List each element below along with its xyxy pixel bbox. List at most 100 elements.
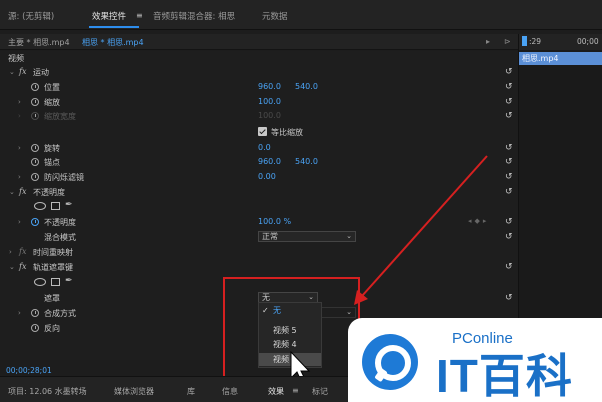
clip-breadcrumb: 主要 * 相思.mp4 相思 * 相思.mp4 ▸ ⊳ — [0, 34, 518, 50]
toggle-timeline-icon[interactable]: ⊳ — [504, 37, 511, 46]
stopwatch-icon[interactable] — [31, 158, 39, 166]
tab-menu-icon[interactable]: ≡ — [136, 11, 143, 20]
reset-icon[interactable]: ↺ — [505, 82, 513, 92]
tab-markers[interactable]: 标记 — [312, 386, 328, 397]
blend-mode-label: 混合模式 — [44, 233, 76, 242]
tab-project[interactable]: 项目: 12.06 水墨转场 — [8, 386, 87, 397]
reset-icon[interactable]: ↺ — [505, 67, 513, 77]
tab-metadata[interactable]: 元数据 — [262, 10, 288, 22]
tab-effect-controls[interactable]: 效果控件 — [92, 10, 126, 22]
stopwatch-icon — [31, 112, 39, 120]
expand-icon[interactable]: › — [9, 248, 12, 256]
ruler-tick-label: 00;00 — [577, 37, 599, 46]
stopwatch-icon[interactable] — [31, 309, 39, 317]
anchor-label: 锚点 — [44, 158, 60, 167]
expand-icon[interactable]: › — [18, 218, 21, 226]
reset-icon[interactable]: ↺ — [505, 187, 513, 197]
reset-icon[interactable]: ↺ — [505, 217, 513, 227]
rotation-value[interactable]: 0.0 — [258, 143, 271, 152]
position-x-value[interactable]: 960.0 — [258, 82, 281, 91]
reset-icon[interactable]: ↺ — [505, 262, 513, 272]
sequence-clip-link[interactable]: 相思 * 相思.mp4 — [82, 37, 144, 48]
uniform-scale-label: 等比缩放 — [271, 128, 303, 137]
tab-effects[interactable]: 效果 — [268, 386, 284, 397]
expand-icon[interactable]: › — [18, 98, 21, 106]
position-label: 位置 — [44, 83, 60, 92]
tab-menu-icon[interactable]: ≡ — [292, 386, 299, 395]
expand-icon[interactable]: › — [18, 309, 21, 317]
tab-source[interactable]: 源: (无剪辑) — [8, 10, 54, 22]
blend-mode-dropdown[interactable]: 正常 ⌄ — [258, 231, 356, 242]
opacity-title: 不透明度 — [33, 188, 65, 197]
time-ruler[interactable]: :29 00;00 — [519, 34, 602, 50]
uniform-scale-checkbox[interactable] — [258, 127, 267, 136]
tab-media-browser[interactable]: 媒体浏览器 — [114, 386, 154, 397]
time-remap-title: 时间重映射 — [33, 248, 73, 257]
stopwatch-icon[interactable] — [31, 98, 39, 106]
anti-flicker-value[interactable]: 0.00 — [258, 172, 276, 181]
chevron-down-icon: ⌄ — [346, 232, 352, 240]
matte-label: 遮罩 — [44, 294, 60, 303]
ruler-tick-label: :29 — [529, 37, 542, 46]
anchor-y-value[interactable]: 540.0 — [295, 157, 318, 166]
playhead-icon[interactable] — [522, 36, 527, 46]
stopwatch-icon[interactable] — [31, 324, 39, 332]
stopwatch-icon[interactable] — [31, 173, 39, 181]
blend-mode-value: 正常 — [262, 232, 278, 241]
rotation-label: 旋转 — [44, 144, 60, 153]
position-y-value[interactable]: 540.0 — [295, 82, 318, 91]
reset-icon[interactable]: ↺ — [505, 172, 513, 182]
ellipse-mask-icon[interactable] — [34, 278, 46, 286]
pen-mask-icon[interactable]: ✒ — [65, 276, 73, 286]
top-tab-bar: 源: (无剪辑) 效果控件 ≡ 音频剪辑混合器: 相思 元数据 — [0, 0, 602, 30]
pconline-logo-icon — [362, 334, 418, 390]
track-matte-title: 轨道遮罩键 — [33, 263, 73, 272]
scale-width-label: 缩放宽度 — [44, 112, 76, 121]
play-arrow-icon[interactable]: ▸ — [486, 37, 490, 46]
scale-width-value: 100.0 — [258, 111, 281, 120]
stopwatch-icon[interactable] — [31, 218, 39, 226]
collapse-icon[interactable]: ⌄ — [9, 263, 15, 271]
pen-mask-icon[interactable]: ✒ — [65, 200, 73, 210]
scale-value[interactable]: 100.0 — [258, 97, 281, 106]
tab-audio-clip-mixer[interactable]: 音频剪辑混合器: 相思 — [153, 10, 235, 22]
fx-icon[interactable]: fx — [19, 187, 26, 196]
reset-icon[interactable]: ↺ — [505, 157, 513, 167]
ellipse-mask-icon[interactable] — [34, 202, 46, 210]
expand-icon[interactable]: › — [18, 144, 21, 152]
active-tab-indicator — [89, 26, 139, 28]
section-video-label: 视频 — [8, 54, 24, 63]
collapse-icon[interactable]: ⌄ — [9, 188, 15, 196]
reset-icon[interactable]: ↺ — [505, 232, 513, 242]
reset-icon[interactable]: ↺ — [505, 111, 513, 121]
highlight-box — [223, 277, 360, 380]
reset-icon[interactable]: ↺ — [505, 293, 513, 303]
master-clip-link[interactable]: 主要 * 相思.mp4 — [8, 37, 70, 48]
anti-flicker-label: 防闪烁滤镜 — [44, 173, 84, 182]
rectangle-mask-icon[interactable] — [51, 278, 60, 286]
watermark-big-text: IT百科 — [436, 350, 573, 402]
anchor-x-value[interactable]: 960.0 — [258, 157, 281, 166]
keyframe-nav-icon[interactable]: ◂◆▸ — [468, 217, 489, 225]
pconline-watermark: PConline IT百科 — [348, 318, 602, 402]
tab-libraries[interactable]: 库 — [187, 386, 195, 397]
motion-title: 运动 — [33, 68, 49, 77]
fx-icon[interactable]: fx — [19, 247, 26, 256]
reset-icon[interactable]: ↺ — [505, 143, 513, 153]
expand-icon: › — [18, 112, 21, 120]
stopwatch-icon[interactable] — [31, 144, 39, 152]
timeline-clip[interactable]: 相思.mp4 — [519, 52, 602, 65]
fx-icon[interactable]: fx — [19, 67, 26, 76]
tab-info[interactable]: 信息 — [222, 386, 238, 397]
fx-icon[interactable]: fx — [19, 262, 26, 271]
collapse-icon[interactable]: ⌄ — [9, 68, 15, 76]
reset-icon[interactable]: ↺ — [505, 97, 513, 107]
expand-icon[interactable]: › — [18, 173, 21, 181]
stopwatch-icon[interactable] — [31, 83, 39, 91]
opacity-label: 不透明度 — [44, 218, 76, 227]
opacity-value[interactable]: 100.0 % — [258, 217, 291, 226]
rectangle-mask-icon[interactable] — [51, 202, 60, 210]
composite-label: 合成方式 — [44, 309, 76, 318]
timecode[interactable]: 00;00;28;01 — [6, 366, 52, 375]
reverse-label: 反向 — [44, 324, 60, 333]
